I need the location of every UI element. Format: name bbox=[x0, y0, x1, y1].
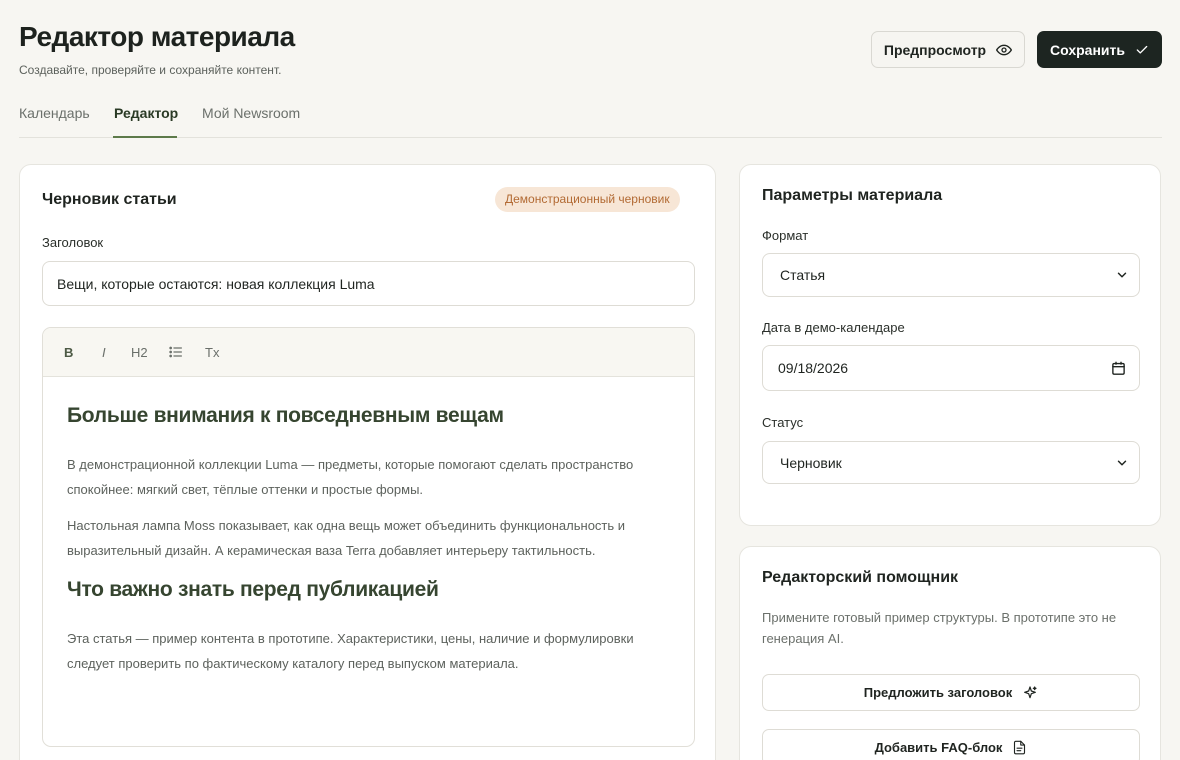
clear-format-button[interactable]: Tx bbox=[205, 345, 219, 360]
content-paragraph-1: В демонстрационной коллекции Luma — пред… bbox=[67, 457, 634, 497]
status-badge: Демонстрационный черновик bbox=[495, 187, 680, 212]
list-icon bbox=[169, 346, 182, 358]
headline-input[interactable]: Вещи, которые остаются: новая коллекция … bbox=[42, 261, 695, 306]
chevron-down-icon bbox=[1117, 460, 1127, 465]
format-label: Формат bbox=[762, 228, 809, 243]
status-label: Статус bbox=[762, 415, 804, 430]
draft-card-title: Черновик статьи bbox=[42, 191, 177, 208]
heading2-button[interactable]: H2 bbox=[131, 345, 148, 360]
save-button[interactable]: Сохранить bbox=[1037, 31, 1162, 68]
tab-calendar[interactable]: Календарь bbox=[19, 105, 90, 121]
headline-input-value: Вещи, которые остаются: новая коллекция … bbox=[57, 275, 375, 292]
page-subtitle: Создавайте, проверяйте и сохраняйте конт… bbox=[19, 63, 282, 77]
italic-button[interactable]: I bbox=[102, 345, 106, 360]
add-faq-label: Добавить FAQ-блок bbox=[874, 740, 1003, 755]
tab-editor[interactable]: Редактор bbox=[114, 105, 178, 121]
format-select[interactable]: Статья bbox=[762, 253, 1140, 297]
format-select-value: Статья bbox=[780, 267, 826, 283]
content-heading-2: Что важно знать перед публикацией bbox=[67, 578, 439, 601]
suggest-headline-button[interactable]: Предложить заголовок bbox=[762, 674, 1140, 711]
draft-card: Черновик статьи Демонстрационный чернови… bbox=[19, 164, 716, 760]
chevron-down-icon bbox=[1117, 272, 1127, 278]
headline-label: Заголовок bbox=[42, 235, 104, 250]
page-title: Редактор материала bbox=[19, 21, 295, 52]
rich-text-editor[interactable]: B I H2 Tx Больше внимания к повседневным… bbox=[42, 327, 695, 747]
tab-newsroom[interactable]: Мой Newsroom bbox=[202, 105, 300, 121]
assistant-card: Редакторский помощник Примените готовый … bbox=[739, 546, 1161, 760]
content-heading-1: Больше внимания к повседневным вещам bbox=[67, 404, 504, 427]
content-paragraph-2: Настольная лампа Moss показывает, как од… bbox=[67, 518, 626, 558]
status-select[interactable]: Черновик bbox=[762, 441, 1140, 484]
content-paragraph-3: Эта статья — пример контента в прототипе… bbox=[67, 631, 634, 671]
assistant-card-title: Редакторский помощник bbox=[762, 569, 959, 586]
suggest-headline-label: Предложить заголовок bbox=[863, 685, 1013, 700]
bold-button[interactable]: B bbox=[64, 345, 73, 360]
preview-button-label: Предпросмотр bbox=[883, 41, 987, 58]
active-tab-indicator bbox=[113, 136, 177, 138]
date-input[interactable]: 09/18/2026 bbox=[762, 345, 1140, 391]
assistant-description: Примените готовый пример структуры. В пр… bbox=[762, 610, 1117, 646]
status-select-value: Черновик bbox=[780, 454, 842, 471]
document-icon bbox=[1014, 740, 1026, 755]
calendar-icon[interactable] bbox=[1111, 361, 1126, 376]
page-header: Редактор материала Создавайте, проверяйт… bbox=[19, 20, 295, 77]
check-icon bbox=[1136, 45, 1148, 54]
tab-bar: Календарь Редактор Мой Newsroom bbox=[19, 98, 1162, 138]
save-button-label: Сохранить bbox=[1050, 41, 1125, 58]
date-label: Дата в демо-календаре bbox=[762, 320, 905, 335]
list-button[interactable] bbox=[168, 344, 184, 363]
editor-toolbar: B I H2 Tx bbox=[43, 328, 694, 377]
add-faq-button[interactable]: Добавить FAQ-блок bbox=[762, 729, 1140, 760]
params-card-title: Параметры материала bbox=[762, 187, 943, 204]
preview-button[interactable]: Предпросмотр bbox=[871, 31, 1025, 68]
date-input-value: 09/18/2026 bbox=[778, 360, 849, 376]
sparkle-icon bbox=[1024, 685, 1037, 698]
params-card: Параметры материала Формат Статья Дата в… bbox=[739, 164, 1161, 526]
eye-icon bbox=[996, 44, 1013, 55]
